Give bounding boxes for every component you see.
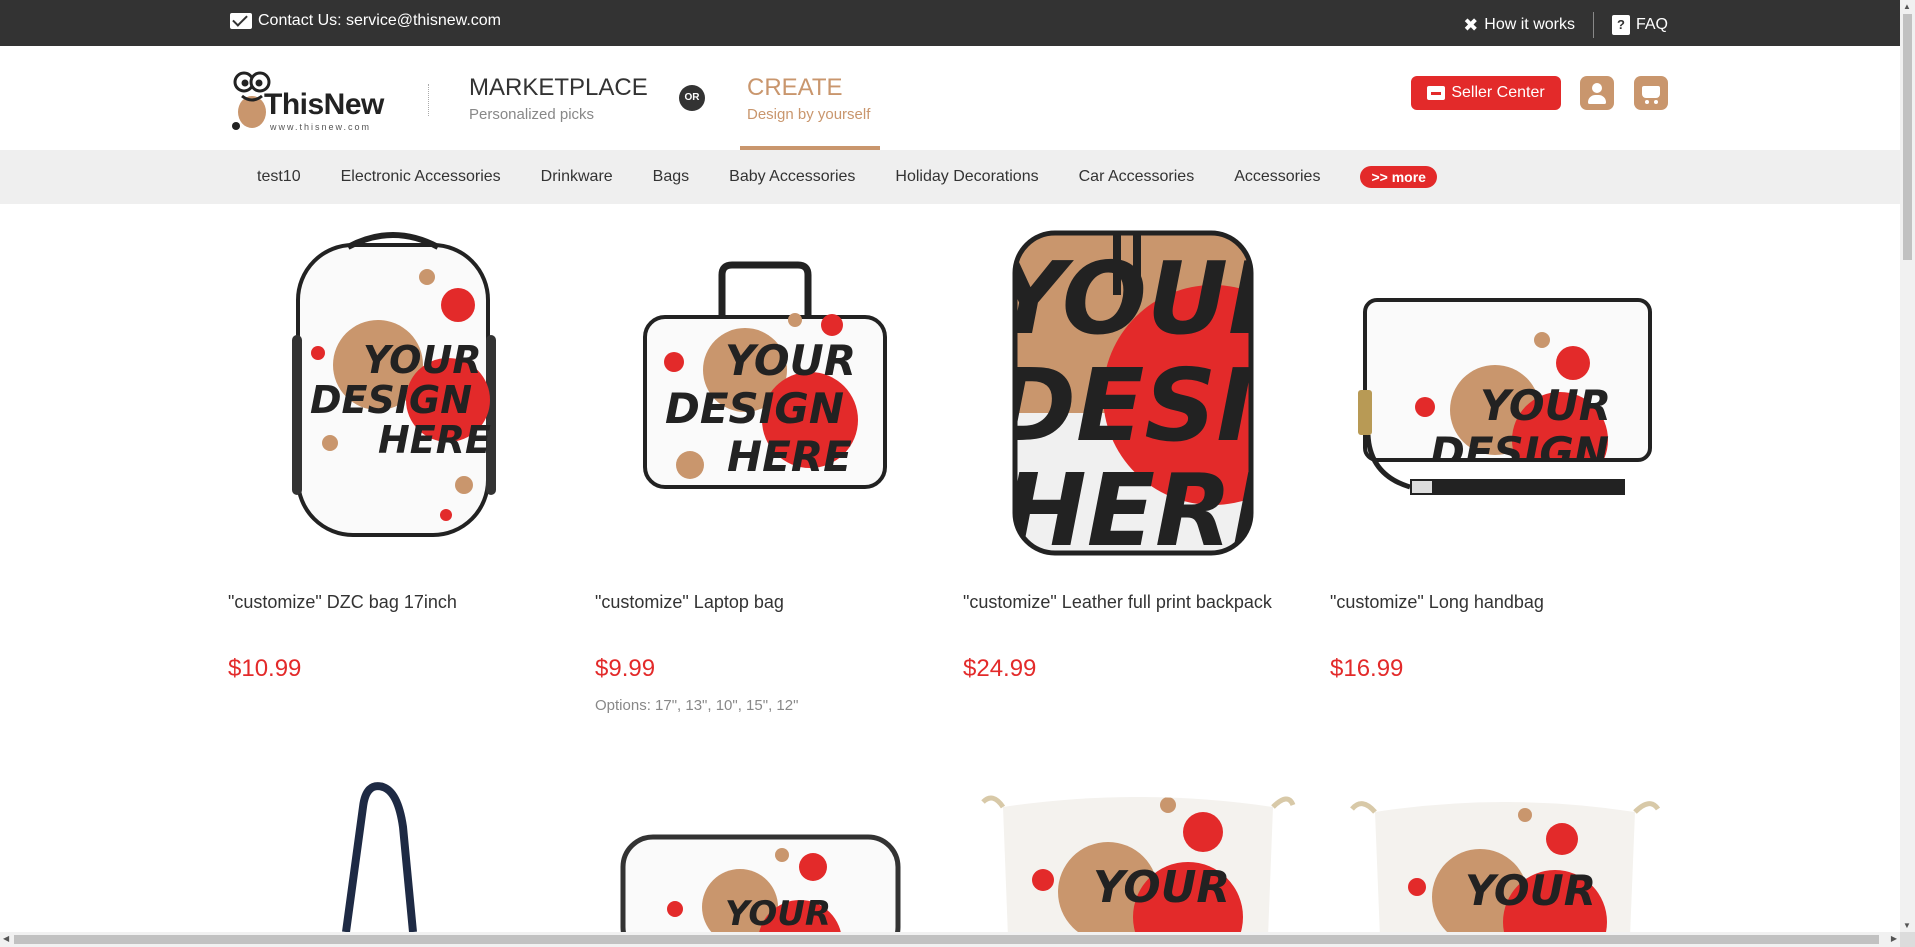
category-nav: test10 Electronic Accessories Drinkware … (0, 150, 1900, 204)
scrollbar-corner (1900, 932, 1915, 947)
top-bar: Contact Us: service@thisnew.com ✖ How it… (0, 0, 1900, 46)
horizontal-scrollbar[interactable]: ◀ ▶ (0, 932, 1900, 947)
contact-text: Contact Us: service@thisnew.com (258, 12, 501, 29)
design-text-line: DESIGN (310, 378, 472, 422)
laptop-bag-image: YOUR DESIGN HERE (643, 261, 887, 489)
product-options: Options: 17", 13", 10", 15", 12" (595, 697, 799, 714)
logo[interactable]: ThisNew www.thisnew.com (228, 66, 393, 134)
logo-url: www.thisnew.com (270, 122, 372, 132)
nav-item-electronic-accessories[interactable]: Electronic Accessories (341, 168, 501, 186)
scrollbar-thumb[interactable] (1903, 14, 1912, 260)
product-price: $16.99 (1330, 655, 1404, 682)
design-text-line: YOUR (725, 894, 831, 932)
store-icon (1427, 86, 1446, 100)
top-bar-links: ✖ How it works ? FAQ (1463, 12, 1668, 38)
nav-item-holiday-decorations[interactable]: Holiday Decorations (895, 168, 1038, 186)
product-image[interactable]: YOUR DESIGN HERE (595, 225, 945, 560)
drawstring-bag-image: YOUR (1350, 801, 1661, 937)
vertical-scrollbar[interactable]: ▲ ▼ (1900, 0, 1915, 932)
design-text-line: DESIGN (1430, 428, 1609, 477)
design-text-line: YOUR (725, 336, 856, 385)
cart-icon-wheel (1654, 100, 1658, 104)
header-divider (428, 84, 429, 116)
question-icon: ? (1611, 15, 1630, 35)
cart-icon-wheel (1645, 100, 1649, 104)
create-tab[interactable]: CREATE Design by yourself (747, 74, 870, 123)
product-image[interactable]: YOUR (595, 777, 945, 947)
product-image[interactable] (228, 777, 578, 933)
marketplace-tab[interactable]: MARKETPLACE Personalized picks (469, 74, 648, 123)
product-image[interactable]: YOUR DESIGN (1330, 225, 1680, 560)
marketplace-subtitle: Personalized picks (469, 106, 595, 123)
design-text-line: HERE (727, 432, 852, 481)
nav-item-accessories[interactable]: Accessories (1234, 168, 1320, 186)
user-icon (1592, 83, 1602, 93)
site-header: ThisNew www.thisnew.com MARKETPLACE Pers… (0, 46, 1900, 150)
logo-name: ThisNew (264, 88, 384, 121)
or-badge: OR (679, 85, 705, 111)
cart-icon (1642, 86, 1660, 98)
more-categories-button[interactable]: >> more (1360, 166, 1437, 188)
backpack-image: YOUR DESIGN HERE (292, 232, 496, 537)
faq-link[interactable]: ? FAQ (1611, 15, 1668, 35)
how-it-works-link[interactable]: ✖ How it works (1463, 15, 1575, 36)
nav-item-car-accessories[interactable]: Car Accessories (1079, 168, 1195, 186)
wallet-image: YOUR DESIGN (1358, 298, 1652, 495)
product-price: $9.99 (595, 655, 656, 682)
create-title: CREATE (747, 74, 843, 101)
scroll-left-icon[interactable]: ◀ (3, 934, 9, 943)
seller-center-label: Seller Center (1451, 84, 1545, 101)
page: Contact Us: service@thisnew.com ✖ How it… (0, 0, 1915, 947)
design-text-line: YOUR (993, 240, 1305, 357)
nav-item-baby-accessories[interactable]: Baby Accessories (729, 168, 855, 186)
product-image[interactable]: YOUR DESIGN HERE (963, 225, 1313, 560)
design-text-line: HERE (1003, 452, 1300, 560)
design-text-line: DESIGN (993, 347, 1313, 464)
product-title[interactable]: "customize" Long handbag (1330, 592, 1544, 613)
scroll-down-icon[interactable]: ▼ (1903, 921, 1911, 930)
product-title[interactable]: "customize" DZC bag 17inch (228, 592, 457, 613)
design-text-line: YOUR (1093, 862, 1230, 913)
design-text-line: DESIGN (665, 384, 844, 433)
account-button[interactable] (1580, 76, 1614, 110)
nav-item-bags[interactable]: Bags (653, 168, 689, 186)
drawstring-bag-image: YOUR (981, 795, 1296, 937)
product-title[interactable]: "customize" Leather full print backpack (963, 592, 1272, 613)
mail-icon (230, 13, 252, 29)
product-image[interactable]: YOUR DESIGN HERE (228, 225, 578, 560)
design-text-line: HERE (378, 418, 491, 462)
scroll-up-icon[interactable]: ▲ (1903, 2, 1911, 11)
marketplace-title: MARKETPLACE (469, 74, 648, 101)
nav-item-drinkware[interactable]: Drinkware (541, 168, 613, 186)
tools-icon: ✖ (1463, 14, 1479, 35)
product-price: $24.99 (963, 655, 1037, 682)
product-image[interactable]: YOUR (1330, 777, 1680, 937)
contact-link[interactable]: Contact Us: service@thisnew.com (230, 12, 501, 30)
divider (1592, 12, 1594, 38)
sleeve-bag-image: YOUR (620, 834, 901, 947)
design-text-line: YOUR (1465, 866, 1596, 915)
leather-backpack-image: YOUR DESIGN HERE (993, 230, 1313, 560)
cart-button[interactable] (1634, 76, 1668, 110)
product-image[interactable]: YOUR (963, 777, 1313, 937)
faq-label: FAQ (1635, 16, 1668, 33)
nav-item-test10[interactable]: test10 (257, 168, 301, 186)
product-title[interactable]: "customize" Laptop bag (595, 592, 784, 613)
tote-bag-image (342, 782, 417, 933)
seller-center-button[interactable]: Seller Center (1411, 76, 1561, 110)
design-text-line: YOUR (363, 338, 482, 382)
create-subtitle: Design by yourself (747, 106, 871, 123)
product-price: $10.99 (228, 655, 302, 682)
scroll-right-icon[interactable]: ▶ (1891, 934, 1897, 943)
design-text-line: YOUR (1480, 381, 1611, 430)
user-icon-body (1588, 95, 1606, 104)
scrollbar-thumb[interactable] (14, 935, 1879, 944)
how-it-works-label: How it works (1484, 16, 1575, 33)
